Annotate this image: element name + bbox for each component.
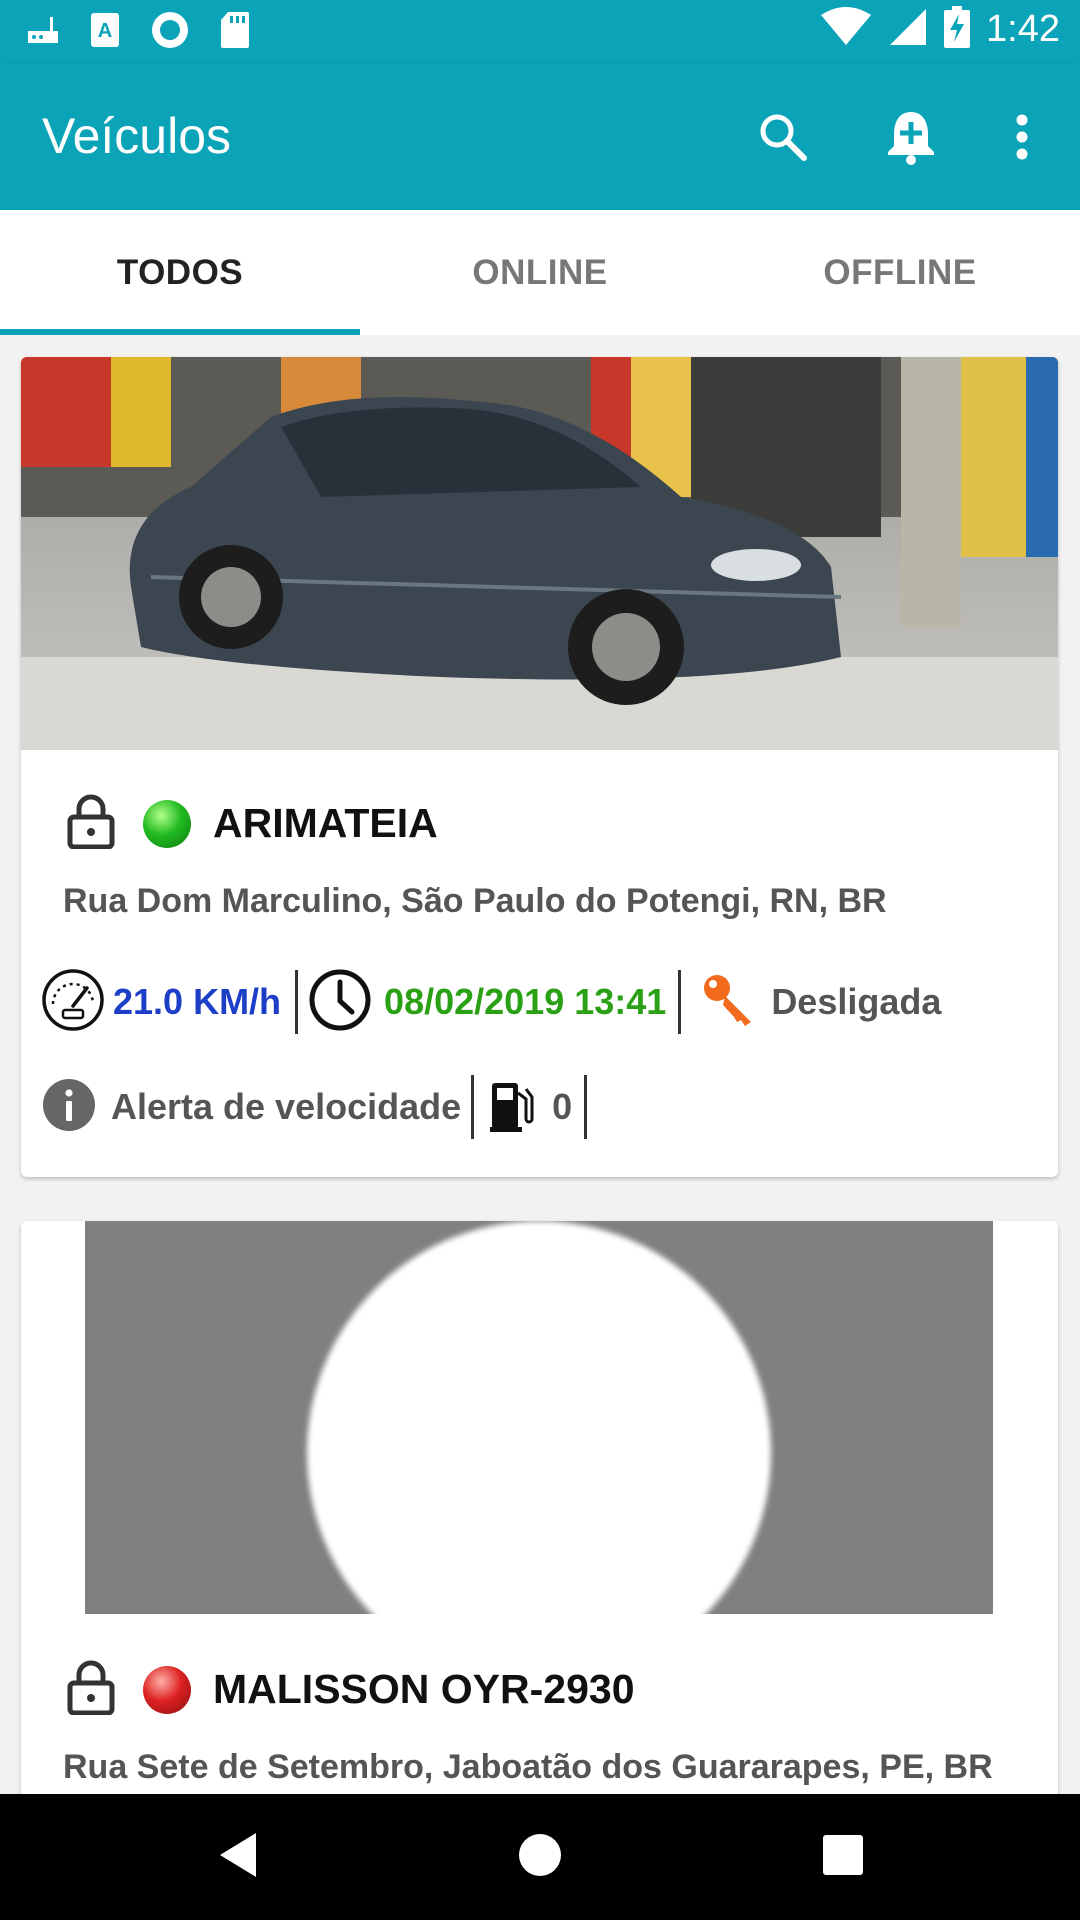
status-bar: A 1:42: [0, 0, 1080, 63]
speedometer-icon: [41, 968, 105, 1037]
back-button[interactable]: [205, 1824, 271, 1890]
vehicle-address: Rua Dom Marculino, São Paulo do Potengi,…: [63, 882, 887, 920]
add-alert-button[interactable]: [875, 103, 947, 175]
ignition-key-icon: [701, 972, 757, 1033]
last-update-datetime: 08/02/2019 13:41: [384, 981, 667, 1022]
divider: [471, 1075, 475, 1139]
wifi-icon: [820, 7, 872, 52]
sd-card-icon: [220, 11, 250, 54]
tab-online[interactable]: ONLINE: [360, 210, 720, 335]
vehicle-photo-placeholder: [21, 1221, 1058, 1614]
vehicle-name: ARIMATEIA: [213, 800, 438, 846]
search-button[interactable]: [747, 103, 819, 175]
back-icon: [216, 1831, 260, 1884]
vehicle-name: MALISSON OYR-2930: [213, 1666, 635, 1712]
fuel-value: 0: [552, 1086, 573, 1127]
status-offline-indicator: [143, 1665, 191, 1714]
lock-icon[interactable]: [67, 1659, 115, 1720]
speed-value: 21.0 KM/h: [113, 981, 282, 1022]
recents-button[interactable]: [810, 1824, 876, 1890]
ignition-status: Desligada: [771, 981, 942, 1022]
info-icon: [41, 1077, 97, 1138]
divider: [678, 970, 682, 1034]
vehicle-alert-row: Alerta de velocidade 0: [41, 1072, 597, 1142]
status-online-indicator: [143, 799, 191, 848]
battery-charging-icon: [944, 6, 971, 53]
system-nav-bar: [0, 1794, 1080, 1920]
vehicle-info-row: 21.0 KM/h 08/02/2019 13:41 Desligada: [41, 967, 941, 1037]
vehicle-card[interactable]: ARIMATEIA Rua Dom Marculino, São Paulo d…: [21, 357, 1058, 1177]
more-options-button[interactable]: [986, 103, 1058, 175]
home-icon: [518, 1833, 562, 1882]
svg-text:A: A: [98, 20, 112, 42]
divider: [584, 1075, 588, 1139]
app-bar: Veículos: [0, 63, 1080, 210]
tab-todos[interactable]: TODOS: [0, 210, 360, 335]
vehicle-photo: [21, 357, 1058, 750]
vehicle-title-row: ARIMATEIA: [67, 793, 438, 854]
router-icon: [26, 15, 60, 50]
add-alert-icon: [886, 108, 936, 171]
divider: [295, 970, 299, 1034]
more-vert-icon: [1015, 114, 1029, 165]
vehicle-card[interactable]: MALISSON OYR-2930 Rua Sete de Setembro, …: [21, 1221, 1058, 1841]
tab-offline[interactable]: OFFLINE: [720, 210, 1080, 335]
alert-text: Alerta de velocidade: [111, 1086, 462, 1127]
a-app-icon: A: [90, 12, 120, 53]
lock-icon[interactable]: [67, 793, 115, 854]
signal-icon: [888, 7, 928, 52]
fuel-pump-icon: [490, 1077, 534, 1138]
record-icon: [150, 10, 190, 55]
search-icon: [758, 112, 808, 167]
clock-time: 1:42: [986, 8, 1060, 50]
recents-icon: [822, 1834, 864, 1881]
vehicle-title-row: MALISSON OYR-2930: [67, 1659, 635, 1720]
vehicle-address: Rua Sete de Setembro, Jaboatão dos Guara…: [63, 1748, 993, 1786]
page-title: Veículos: [42, 108, 232, 164]
clock-icon: [308, 968, 372, 1037]
home-button[interactable]: [507, 1824, 573, 1890]
tab-bar: TODOS ONLINE OFFLINE: [0, 210, 1080, 335]
